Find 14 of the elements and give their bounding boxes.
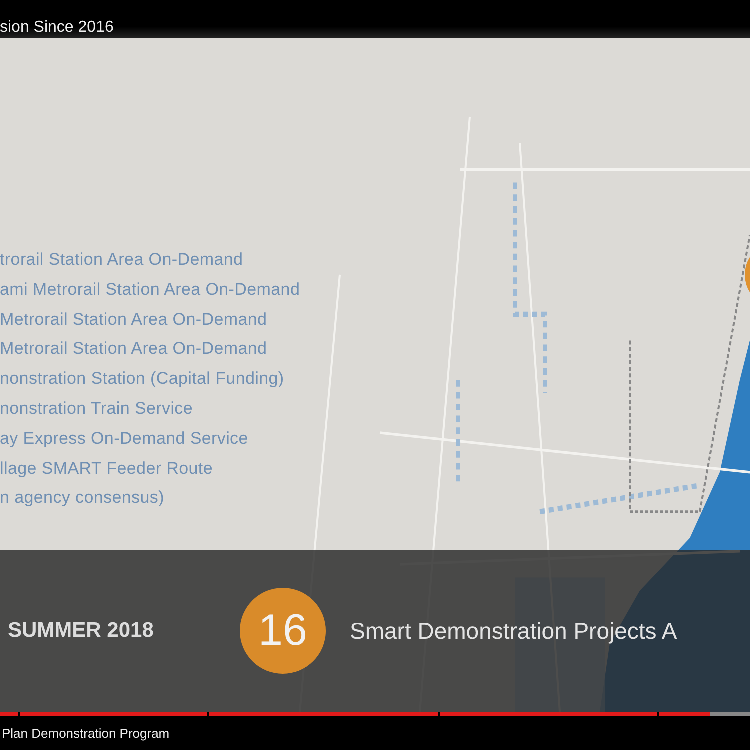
project-list-item: ami Metrorail Station Area On-Demand bbox=[0, 278, 300, 301]
project-list-item: Metrorail Station Area On-Demand bbox=[0, 308, 268, 331]
project-list-item: nonstration Train Service bbox=[0, 398, 194, 420]
project-list-item: llage SMART Feeder Route bbox=[0, 458, 214, 480]
count-badge: 16 bbox=[240, 588, 326, 674]
date-label: SUMMER 2018 bbox=[8, 619, 155, 643]
chapter-title: Plan Demonstration Program bbox=[1, 726, 170, 740]
project-list-item: n agency consensus) bbox=[0, 487, 164, 510]
banner-caption: Smart Demonstration Projects A bbox=[350, 618, 678, 644]
video-title: sion Since 2016 bbox=[0, 18, 114, 38]
project-list-item: trorail Station Area On-Demand bbox=[0, 249, 244, 271]
project-list-item: nonstration Station (Capital Funding) bbox=[0, 368, 284, 390]
project-list-item: Metrorail Station Area On-Demand bbox=[0, 338, 268, 360]
project-list-item: ay Express On-Demand Service bbox=[0, 428, 248, 450]
